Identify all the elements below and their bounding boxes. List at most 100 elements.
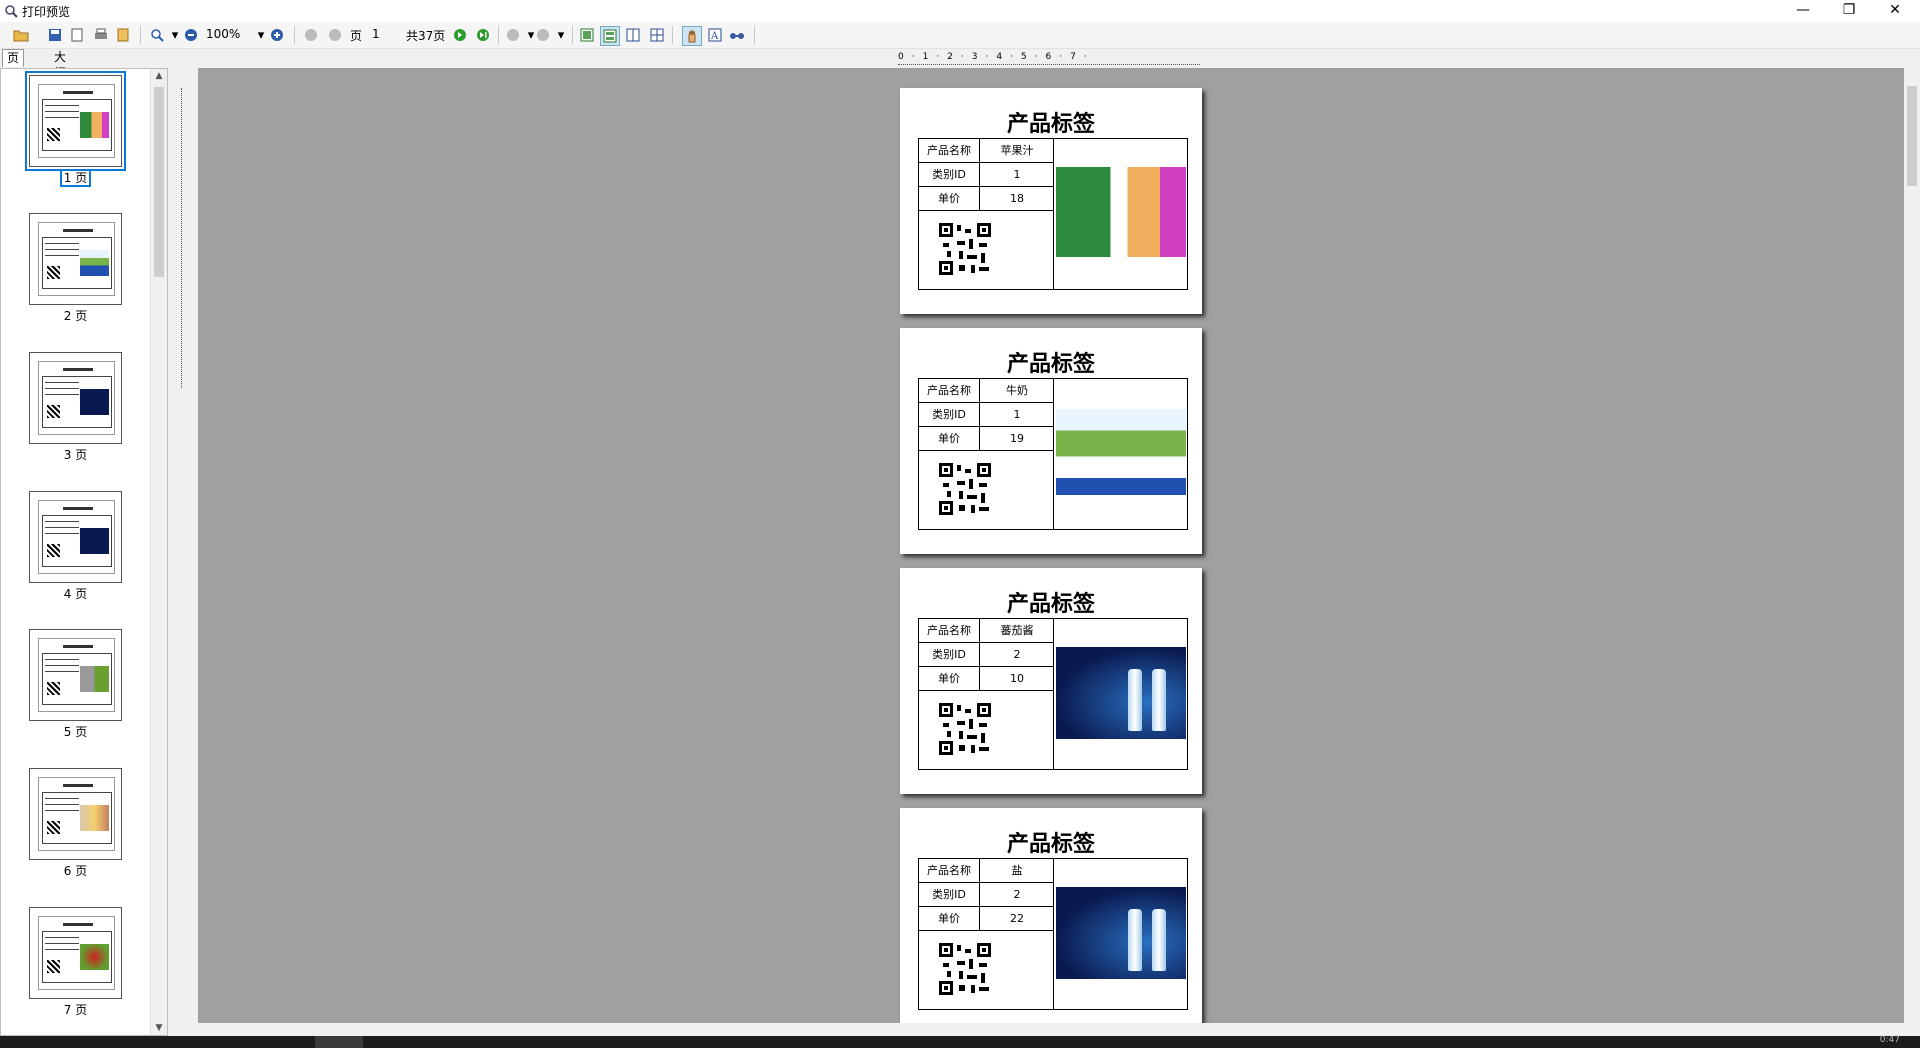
text-select-icon[interactable]: A [706, 26, 724, 44]
new-page-icon[interactable] [68, 26, 86, 44]
zoom-in-icon[interactable] [148, 26, 166, 44]
print-icon[interactable] [92, 26, 110, 44]
zoom-level[interactable]: 100% [206, 27, 240, 41]
field-value: 蕃茄酱 [1000, 624, 1034, 637]
scroll-up-icon[interactable]: ▲ [151, 71, 167, 81]
multi-page-view-icon[interactable] [648, 26, 666, 44]
tab-pages[interactable]: 页面 [2, 49, 25, 81]
back-icon[interactable] [504, 26, 522, 44]
taskbar: 0:47 [0, 1035, 1920, 1048]
last-page-icon[interactable] [474, 26, 492, 44]
qr-code-image [939, 943, 991, 995]
thumbnail-page-7[interactable] [29, 907, 122, 999]
thumbnail-page-6[interactable] [29, 768, 122, 860]
find-icon[interactable] [728, 26, 746, 44]
zoom-reset-icon[interactable] [268, 26, 286, 44]
clock-text: 0:47 [1879, 1035, 1900, 1045]
toolbar: ▾ 100% ▾ 页 1 共37页 ▾ ▾ A [0, 22, 1920, 49]
open-icon[interactable] [12, 26, 30, 44]
thumbnail-label: 2 页 [63, 309, 88, 323]
continuous-view-icon[interactable] [600, 26, 620, 46]
svg-text:A: A [710, 31, 719, 42]
minimize-button[interactable]: — [1780, 0, 1826, 22]
qr-code-image [939, 223, 991, 275]
field-value: 22 [1010, 912, 1024, 925]
product-photo [1056, 167, 1186, 257]
field-key: 单价 [919, 427, 980, 450]
thumbnail-label: 1 页 [29, 169, 122, 187]
scrollbar-thumb[interactable] [154, 87, 164, 277]
label-table: 产品名称 苹果汁 类别ID 1 单价 18 [918, 138, 1188, 290]
preview-page: 产品标签 产品名称 蕃茄酱 类别ID 2 单价 10 [900, 568, 1202, 794]
thumbnail-page-2[interactable] [29, 213, 122, 305]
restore-button[interactable]: ❐ [1826, 0, 1872, 22]
total-pages: 共37页 [406, 29, 446, 43]
toolbar-separator [672, 26, 673, 44]
thumbnail-page-3[interactable] [29, 352, 122, 444]
thumbnail-page-4[interactable] [29, 491, 122, 583]
thumbnail-page-5[interactable] [29, 629, 122, 721]
prev-page-icon[interactable] [326, 26, 344, 44]
field-key: 类别ID [919, 403, 980, 426]
zoom-out-icon[interactable] [182, 26, 200, 44]
preview-page: 产品标签 产品名称 盐 类别ID 2 单价 22 [900, 808, 1202, 1023]
label-table: 产品名称 蕃茄酱 类别ID 2 单价 10 [918, 618, 1188, 770]
field-value: 盐 [1011, 864, 1023, 877]
vertical-scrollbar[interactable] [1904, 68, 1920, 1036]
horizontal-scrollbar[interactable] [198, 1023, 1904, 1036]
toolbar-separator [140, 26, 141, 44]
two-page-view-icon[interactable] [624, 26, 642, 44]
product-photo [1056, 409, 1186, 495]
save-icon[interactable] [46, 26, 64, 44]
hand-tool-icon[interactable] [682, 26, 702, 46]
print-preview-icon [5, 5, 18, 18]
export-icon[interactable] [114, 26, 132, 44]
preview-page: 产品标签 产品名称 苹果汁 类别ID 1 单价 18 [900, 88, 1202, 314]
label-table: 产品名称 盐 类别ID 2 单价 22 [918, 858, 1188, 1010]
product-photo [1056, 647, 1186, 739]
page-number-input[interactable]: 1 [372, 27, 380, 41]
preview-page: 产品标签 产品名称 牛奶 类别ID 1 单价 19 [900, 328, 1202, 554]
single-page-view-icon[interactable] [578, 26, 596, 44]
field-value: 1 [1013, 408, 1021, 421]
field-value: 1 [1013, 168, 1021, 181]
tab-outline[interactable]: 大纲 [50, 49, 70, 80]
label-title: 产品标签 [1006, 831, 1095, 857]
close-button[interactable]: ✕ [1872, 0, 1918, 22]
preview-area[interactable]: 产品标签 产品名称 苹果汁 类别ID 1 单价 18 产品标签 产品名称 牛奶 类别ID… [198, 68, 1904, 1023]
field-key: 单价 [919, 667, 980, 690]
horizontal-ruler: 0·1·2·3·4·5·6·7· [898, 52, 1200, 65]
page-label: 页 [350, 29, 363, 43]
toolbar-separator [754, 26, 755, 44]
taskbar-item[interactable] [315, 1036, 363, 1048]
window-title: 打印预览 [22, 5, 71, 19]
forward-dropdown-icon[interactable]: ▾ [552, 26, 570, 44]
product-photo [1056, 887, 1186, 979]
thumbnail-page-1[interactable] [25, 71, 126, 171]
thumbnail-panel: 1 页 2 页 3 页 4 页 5 页 6 页 7 页 ▲ ▼ [0, 68, 168, 1036]
field-value: 19 [1010, 432, 1024, 445]
thumbnail-label: 3 页 [63, 448, 88, 462]
label-table: 产品名称 牛奶 类别ID 1 单价 19 [918, 378, 1188, 530]
qr-code-image [939, 703, 991, 755]
thumbnail-label: 7 页 [63, 1003, 88, 1017]
next-page-icon[interactable] [451, 26, 469, 44]
toolbar-separator [572, 26, 573, 44]
thumbnail-label: 6 页 [63, 864, 88, 878]
first-page-icon[interactable] [302, 26, 320, 44]
scrollbar-thumb[interactable] [1907, 86, 1917, 186]
field-value: 2 [1013, 648, 1021, 661]
field-key: 单价 [919, 187, 980, 210]
scroll-down-icon[interactable]: ▼ [151, 1023, 167, 1033]
qr-code-image [939, 463, 991, 515]
field-key: 产品名称 [919, 619, 980, 642]
field-value: 苹果汁 [1000, 144, 1034, 157]
thumbnail-scrollbar[interactable]: ▲ ▼ [150, 69, 167, 1035]
title-bar: 打印预览 — ❐ ✕ [0, 0, 1920, 22]
field-value: 牛奶 [1006, 384, 1028, 397]
forward-icon[interactable] [534, 26, 552, 44]
thumbnail-label: 4 页 [63, 587, 88, 601]
field-value: 10 [1010, 672, 1024, 685]
field-value: 18 [1010, 192, 1024, 205]
field-key: 单价 [919, 907, 980, 930]
